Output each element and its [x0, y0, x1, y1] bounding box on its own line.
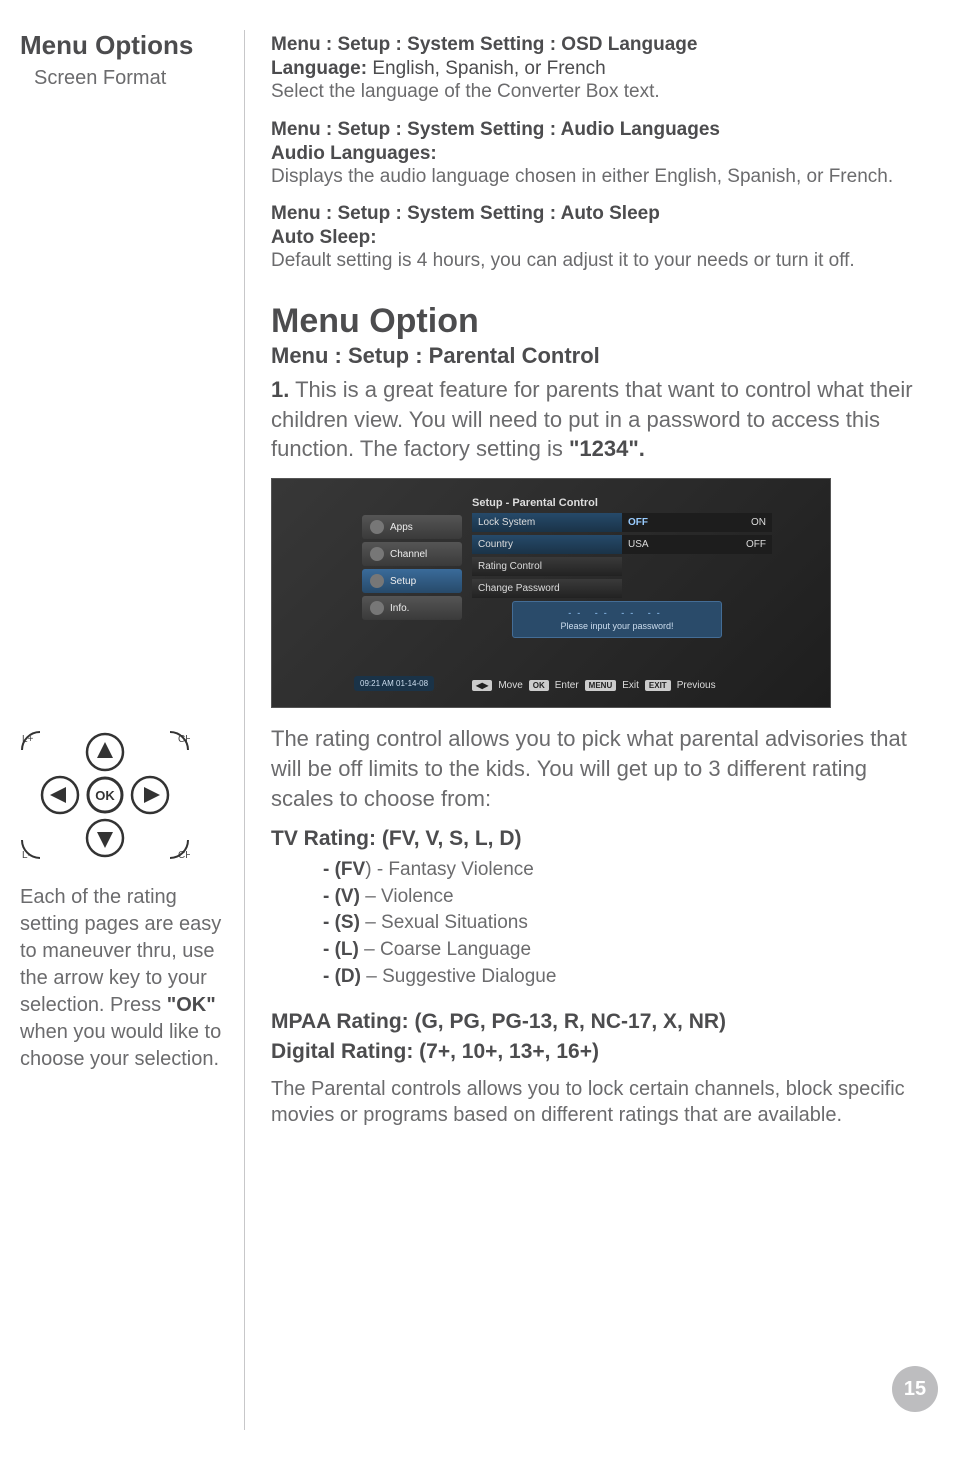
- dpad-illustration: L+ CH L- CH: [20, 730, 234, 860]
- setting-desc: Select the language of the Converter Box…: [271, 80, 914, 105]
- parental-control-screenshot: Setup - Parental Control Apps Channel Se…: [271, 478, 831, 708]
- setting-label-line: Language: English, Spanish, or French: [271, 58, 914, 80]
- step-password: "1234".: [569, 436, 645, 461]
- sidebar-note-p2: when you would like to choose your selec…: [20, 1021, 221, 1070]
- ss-val: OFFON: [622, 513, 772, 532]
- setting-auto-sleep: Menu : Setup : System Setting : Auto Sle…: [271, 203, 914, 274]
- setting-path: Menu : Setup : System Setting : Auto Sle…: [271, 203, 914, 225]
- page-number-badge: 15: [892, 1366, 938, 1412]
- setup-icon: [370, 574, 384, 588]
- ss-row-change-password: Change Password: [472, 579, 772, 598]
- menu-key-icon: MENU: [585, 680, 617, 691]
- setting-label: Auto Sleep:: [271, 227, 377, 248]
- menu-option-heading: Menu Option: [271, 302, 914, 341]
- page-root: Menu Options Screen Format L+ CH L- CH: [0, 0, 954, 1460]
- ss-timestamp: 09:21 AM 01-14-08: [354, 676, 434, 691]
- ss-key: Change Password: [472, 579, 622, 598]
- ok-label: OK: [95, 788, 115, 803]
- exit-key-icon: EXIT: [645, 680, 671, 691]
- ss-val: USAOFF: [622, 535, 772, 554]
- setting-path: Menu : Setup : System Setting : OSD Lang…: [271, 34, 914, 56]
- setting-inline: English, Spanish, or French: [367, 58, 606, 79]
- setting-audio-languages: Menu : Setup : System Setting : Audio La…: [271, 119, 914, 190]
- setting-desc: Default setting is 4 hours, you can adju…: [271, 249, 914, 274]
- ss-password-dashes: -- -- -- --: [519, 608, 715, 618]
- ss-tab-setup: Setup: [362, 569, 462, 593]
- digital-rating-heading: Digital Rating: (7+, 10+, 13+, 16+): [271, 1040, 914, 1064]
- ss-row-country: Country USAOFF: [472, 535, 772, 554]
- ss-key: Country: [472, 535, 622, 554]
- rating-item-d: - (D) – Suggestive Dialogue: [323, 964, 914, 991]
- setting-label: Audio Languages:: [271, 143, 437, 164]
- rating-intro: The rating control allows you to pick wh…: [271, 724, 914, 813]
- rating-item-v: - (V) – Violence: [323, 884, 914, 911]
- step-number: 1.: [271, 377, 289, 402]
- main-content: Menu : Setup : System Setting : OSD Lang…: [245, 30, 914, 1430]
- ss-key: Lock System: [472, 513, 622, 532]
- ss-tab-apps: Apps: [362, 515, 462, 539]
- sidebar-title: Menu Options: [20, 30, 234, 61]
- ok-key-icon: OK: [529, 680, 549, 691]
- nav-icon: ◀▶: [472, 680, 492, 691]
- channel-icon: [370, 547, 384, 561]
- rating-item-l: - (L) – Coarse Language: [323, 937, 914, 964]
- ss-tabs: Apps Channel Setup Info.: [362, 515, 462, 623]
- ss-footer-keys: ◀▶Move OKEnter MENUExit EXITPrevious: [472, 680, 716, 691]
- sidebar-subtitle: Screen Format: [34, 67, 234, 90]
- tv-rating-list: - (FV) - Fantasy Violence - (V) – Violen…: [271, 857, 914, 990]
- apps-icon: [370, 520, 384, 534]
- ss-key: Rating Control: [472, 557, 622, 576]
- ss-tab-info: Info.: [362, 596, 462, 620]
- setting-desc: Displays the audio language chosen in ei…: [271, 165, 914, 190]
- mpaa-rating-heading: MPAA Rating: (G, PG, PG-13, R, NC-17, X,…: [271, 1010, 914, 1034]
- sidebar: Menu Options Screen Format L+ CH L- CH: [20, 30, 245, 1430]
- rating-item-s: - (S) – Sexual Situations: [323, 910, 914, 937]
- setting-osd-language: Menu : Setup : System Setting : OSD Lang…: [271, 34, 914, 105]
- setting-label-line: Audio Languages:: [271, 143, 914, 165]
- rating-item-fv: - (FV) - Fantasy Violence: [323, 857, 914, 884]
- ss-password-prompt: -- -- -- -- Please input your password!: [512, 601, 722, 638]
- closing-paragraph: The Parental controls allows you to lock…: [271, 1076, 914, 1128]
- ss-row-rating-control: Rating Control: [472, 557, 772, 576]
- ss-row-lock-system: Lock System OFFON: [472, 513, 772, 532]
- sidebar-note-ok: "OK": [167, 994, 216, 1016]
- setting-label-line: Auto Sleep:: [271, 227, 914, 249]
- sidebar-note: Each of the rating setting pages are eas…: [20, 884, 234, 1073]
- tv-rating-heading: TV Rating: (FV, V, S, L, D): [271, 827, 914, 851]
- ss-tab-channel: Channel: [362, 542, 462, 566]
- ss-panel-title: Setup - Parental Control: [472, 497, 598, 509]
- menu-option-body: 1. This is a great feature for parents t…: [271, 375, 914, 464]
- ss-settings-panel: Lock System OFFON Country USAOFF Rating …: [472, 513, 772, 601]
- ss-prompt-text: Please input your password!: [560, 621, 673, 631]
- info-icon: [370, 601, 384, 615]
- setting-label: Language:: [271, 58, 367, 79]
- menu-option-path: Menu : Setup : Parental Control: [271, 343, 914, 369]
- setting-path: Menu : Setup : System Setting : Audio La…: [271, 119, 914, 141]
